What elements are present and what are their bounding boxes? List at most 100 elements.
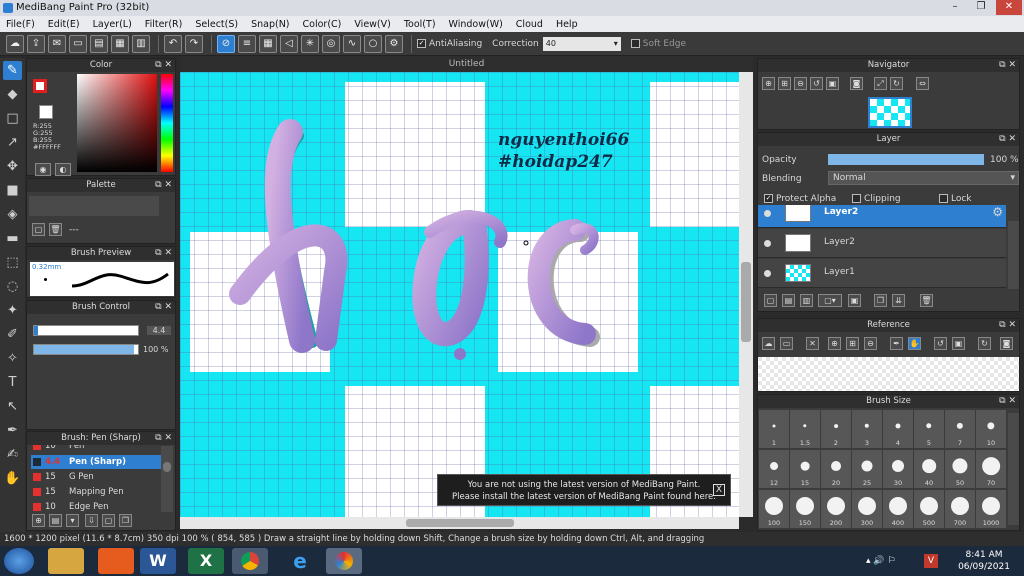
brush-size-option[interactable]: 4 bbox=[883, 410, 913, 448]
brush-copy-icon[interactable]: ❐ bbox=[119, 514, 132, 527]
flip-icon[interactable]: ◙ bbox=[850, 77, 863, 90]
menu-select[interactable]: Select(S) bbox=[195, 19, 238, 30]
menu-help[interactable]: Help bbox=[556, 19, 578, 30]
new-palette-icon[interactable]: ▢ bbox=[32, 223, 45, 236]
circle-snap-icon[interactable]: ○ bbox=[364, 34, 382, 53]
media-player-icon[interactable] bbox=[98, 548, 134, 574]
panel-controls-icon[interactable]: ⧉ ✕ bbox=[155, 59, 172, 72]
brush-size-option[interactable]: 5 bbox=[914, 410, 944, 448]
brush-size-scrollbar[interactable] bbox=[1008, 413, 1019, 525]
list-item[interactable]: 15 Mapping Pen bbox=[31, 485, 162, 499]
tray-icons[interactable]: ▴ 🔊 ⚐ bbox=[866, 556, 896, 566]
canvas-horizontal-scrollbar[interactable] bbox=[180, 517, 739, 529]
close-button[interactable]: ✕ bbox=[996, 0, 1022, 15]
list-item[interactable]: 15 G Pen bbox=[31, 470, 162, 484]
panel-controls-icon[interactable]: ⧉ ✕ bbox=[155, 301, 172, 314]
layer-folder-icon[interactable]: ▣ bbox=[848, 294, 861, 307]
gradient-tool-icon[interactable]: ▬ bbox=[3, 229, 22, 248]
cloud-icon[interactable]: ☁ bbox=[6, 34, 24, 53]
menu-edit[interactable]: Edit(E) bbox=[48, 19, 80, 30]
internet-explorer-icon[interactable]: e bbox=[282, 548, 318, 574]
menu-file[interactable]: File(F) bbox=[6, 19, 35, 30]
brush-size-option[interactable]: 20 bbox=[821, 450, 851, 488]
parallel-snap-icon[interactable]: ≡ bbox=[238, 34, 256, 53]
layer-row[interactable]: Layer2 bbox=[758, 229, 1006, 258]
eraser-tool-icon[interactable]: ◆ bbox=[3, 85, 22, 104]
layer-row[interactable]: Layer2 ⚙ bbox=[758, 205, 1006, 228]
rotate-left-icon[interactable]: ↺ bbox=[934, 337, 947, 350]
layer-row[interactable]: Layer1 bbox=[758, 259, 1006, 288]
canvas[interactable]: nguyenthoi66 #hoidap247 bbox=[180, 72, 753, 517]
brush-size-option[interactable]: 15 bbox=[790, 450, 820, 488]
word-icon[interactable]: W bbox=[140, 548, 176, 574]
brush-size-option[interactable]: 70 bbox=[976, 450, 1006, 488]
menu-view[interactable]: View(V) bbox=[354, 19, 390, 30]
close-icon[interactable]: ✕ bbox=[806, 337, 819, 350]
snap-settings-icon[interactable]: ⚙ bbox=[385, 34, 403, 53]
minimize-button[interactable]: – bbox=[942, 0, 968, 15]
rotate-right-icon[interactable]: ↻ bbox=[978, 337, 991, 350]
brush-size-value[interactable]: 4.4 bbox=[147, 326, 171, 335]
gear-icon[interactable]: ⚙ bbox=[992, 205, 1003, 219]
select-rect-tool-icon[interactable]: ⬚ bbox=[3, 253, 22, 272]
panel-controls-icon[interactable]: ⧉ ✕ bbox=[999, 319, 1016, 332]
zoom-out-icon[interactable]: ⊖ bbox=[864, 337, 877, 350]
start-button[interactable] bbox=[4, 548, 34, 574]
canvas-vertical-scrollbar[interactable] bbox=[739, 72, 753, 517]
medibang-icon[interactable] bbox=[326, 548, 362, 574]
chat-icon[interactable]: ▭ bbox=[69, 34, 87, 53]
brush-size-option[interactable]: 300 bbox=[852, 490, 882, 528]
panel-controls-icon[interactable]: ⧉ ✕ bbox=[155, 432, 172, 445]
layer-add-menu-icon[interactable]: ▢▾ bbox=[818, 294, 842, 307]
select-eraser-tool-icon[interactable]: ✧ bbox=[3, 349, 22, 368]
eyedropper-tool-icon[interactable]: ✒ bbox=[3, 421, 22, 440]
navigator-thumbnail[interactable] bbox=[868, 97, 912, 128]
brush-size-option[interactable]: 1.5 bbox=[790, 410, 820, 448]
hand-icon[interactable]: ✋ bbox=[908, 337, 921, 350]
brush-size-option[interactable]: 100 bbox=[759, 490, 789, 528]
brush-size-option[interactable]: 12 bbox=[759, 450, 789, 488]
menu-window[interactable]: Window(W) bbox=[449, 19, 503, 30]
zoom-out-icon[interactable]: ⊖ bbox=[794, 77, 807, 90]
fill-rect-tool-icon[interactable]: ■ bbox=[3, 181, 22, 200]
pages-icon[interactable]: ▦ bbox=[111, 34, 129, 53]
layer-list-scrollbar[interactable] bbox=[1008, 221, 1019, 289]
dot-tool-icon[interactable]: □ bbox=[3, 109, 22, 128]
rotate-left-icon[interactable]: ↺ bbox=[810, 77, 823, 90]
rotate-right-icon[interactable]: ↻ bbox=[890, 77, 903, 90]
brush-size-option[interactable]: 30 bbox=[883, 450, 913, 488]
duplicate-layer-icon[interactable]: ❐ bbox=[874, 294, 887, 307]
tab-canvas[interactable]: Untitled bbox=[180, 56, 753, 72]
brush-add-menu-icon[interactable]: ▾ bbox=[66, 514, 79, 527]
brush-size-option[interactable]: 500 bbox=[914, 490, 944, 528]
lock-checkbox[interactable] bbox=[939, 194, 948, 203]
flip-icon[interactable]: ◙ bbox=[1000, 337, 1013, 350]
brush-size-option[interactable]: 700 bbox=[945, 490, 975, 528]
radial-snap-icon[interactable]: ✳ bbox=[301, 34, 319, 53]
brush-cloud-icon[interactable]: ⇩ bbox=[85, 514, 98, 527]
brush-size-option[interactable]: 40 bbox=[914, 450, 944, 488]
blending-select[interactable]: Normal ▾ bbox=[828, 171, 1019, 185]
brush-size-option[interactable]: 1 bbox=[759, 410, 789, 448]
brush-size-option[interactable]: 1000 bbox=[976, 490, 1006, 528]
new-1bit-layer-icon[interactable]: ▥ bbox=[800, 294, 813, 307]
color-swap-button[interactable]: ◐ bbox=[55, 163, 71, 176]
eyedropper-icon[interactable]: ✒ bbox=[890, 337, 903, 350]
smudge-tool-icon[interactable]: ✍ bbox=[3, 445, 22, 464]
new-layer-icon[interactable]: ▢ bbox=[764, 294, 777, 307]
menu-tool[interactable]: Tool(T) bbox=[404, 19, 436, 30]
update-notice[interactable]: You are not using the latest version of … bbox=[437, 474, 731, 506]
menu-filter[interactable]: Filter(R) bbox=[145, 19, 183, 30]
operation-tool-icon[interactable]: ↖ bbox=[3, 397, 22, 416]
panel-controls-icon[interactable]: ⧉ ✕ bbox=[155, 179, 172, 192]
share-icon[interactable]: ⇪ bbox=[27, 34, 45, 53]
magic-wand-tool-icon[interactable]: ✦ bbox=[3, 301, 22, 320]
excel-icon[interactable]: X bbox=[188, 548, 224, 574]
clipping-checkbox[interactable] bbox=[852, 194, 861, 203]
trash-icon[interactable]: 🗑 bbox=[49, 223, 62, 236]
correction-select[interactable]: 40 ▾ bbox=[542, 36, 621, 51]
reference-canvas[interactable] bbox=[758, 357, 1019, 391]
hue-slider[interactable] bbox=[161, 74, 173, 172]
reset-zoom-icon[interactable]: ▣ bbox=[826, 77, 839, 90]
palette-swatches[interactable] bbox=[29, 196, 159, 216]
